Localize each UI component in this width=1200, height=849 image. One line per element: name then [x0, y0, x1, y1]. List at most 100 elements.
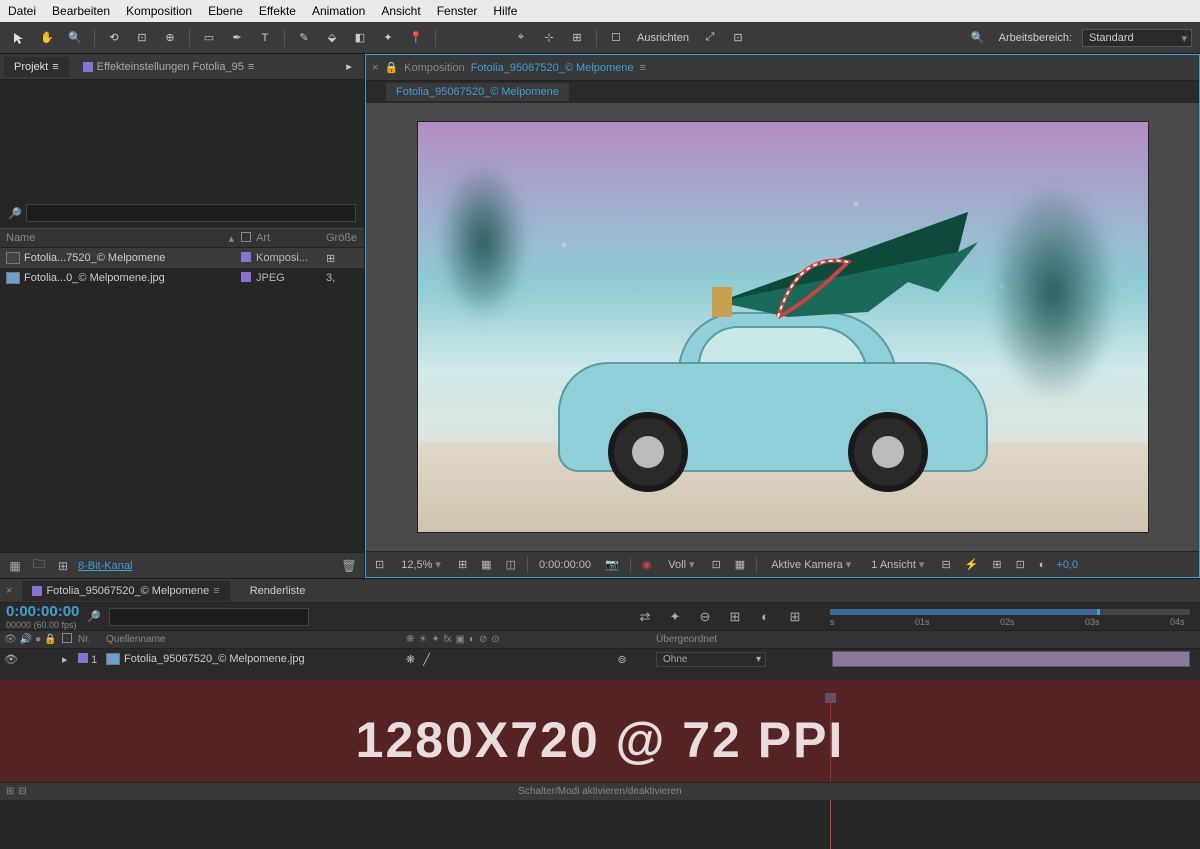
menu-bearbeiten[interactable]: Bearbeiten	[52, 4, 110, 18]
pan-behind-tool-icon[interactable]: ⊕	[159, 27, 181, 49]
menu-animation[interactable]: Animation	[312, 4, 365, 18]
channel-icon[interactable]: ◉	[639, 558, 655, 571]
panel-close-icon[interactable]: ▸	[338, 56, 360, 78]
viewport[interactable]	[366, 103, 1199, 551]
menu-hilfe[interactable]: Hilfe	[493, 4, 517, 18]
parent-dropdown[interactable]: Ohne	[656, 652, 766, 667]
project-item-jpg[interactable]: Fotolia...0_© Melpomene.jpg JPEG 3,	[0, 268, 364, 288]
snapshot-icon[interactable]: 📷	[602, 558, 622, 571]
project-item-comp[interactable]: Fotolia...7520_© Melpomene Komposi... ⊞	[0, 248, 364, 268]
current-timecode[interactable]: 0:00:00:00	[6, 603, 79, 620]
eraser-tool-icon[interactable]: ◧	[349, 27, 371, 49]
video-col-icon[interactable]: 👁	[4, 634, 17, 645]
quality-dropdown[interactable]: Voll	[662, 558, 700, 571]
search-help-icon[interactable]: 🔍	[967, 27, 989, 49]
timeline-search-input[interactable]	[109, 608, 309, 626]
axis-local-icon[interactable]: ⌖	[510, 27, 532, 49]
always-preview-icon[interactable]: ⊡	[372, 558, 387, 571]
puppet-tool-icon[interactable]: 📍	[405, 27, 427, 49]
bit-depth-link[interactable]: 8-Bit-Kanal	[78, 560, 132, 572]
timeline-track-area[interactable]	[820, 649, 1200, 669]
trash-icon[interactable]: 🗑	[340, 557, 358, 575]
col-source[interactable]: Quellenname	[102, 634, 402, 645]
timeline-tab-comp[interactable]: Fotolia_95067520_© Melpomene ≡	[22, 581, 229, 601]
hide-shy-icon[interactable]: ⊖	[694, 607, 716, 627]
flowchart-icon[interactable]: ⊞	[326, 253, 335, 265]
menu-ansicht[interactable]: Ansicht	[381, 4, 420, 18]
lock-icon[interactable]: 🔒	[384, 61, 398, 74]
brush-tool-icon[interactable]: ✎	[293, 27, 315, 49]
roi-icon[interactable]: ⊡	[709, 558, 724, 571]
menu-ebene[interactable]: Ebene	[208, 4, 243, 18]
clone-tool-icon[interactable]: ⬙	[321, 27, 343, 49]
toggle-modes-icon[interactable]: ⊟	[18, 786, 26, 797]
tab-close-icon[interactable]: ×	[372, 62, 378, 74]
exposure-value[interactable]: +0,0	[1056, 559, 1078, 571]
text-tool-icon[interactable]: T	[254, 27, 276, 49]
camera-dropdown[interactable]: Aktive Kamera	[765, 558, 857, 571]
roto-tool-icon[interactable]: ✦	[377, 27, 399, 49]
zoom-tool-icon[interactable]: 🔍	[64, 27, 86, 49]
col-nr[interactable]: Nr.	[74, 634, 102, 645]
tab-effects[interactable]: Effekteinstellungen Fotolia_95 ≡	[73, 57, 265, 77]
views-dropdown[interactable]: 1 Ansicht	[865, 558, 930, 571]
timecode-display[interactable]: 0:00:00:00	[536, 559, 594, 571]
snap-icon[interactable]: ⤢	[699, 27, 721, 49]
twirl-icon[interactable]: ▸	[62, 654, 68, 666]
rectangle-tool-icon[interactable]: ▭	[198, 27, 220, 49]
rotate-tool-icon[interactable]: ⟲	[103, 27, 125, 49]
panel-menu-icon[interactable]: ≡	[640, 62, 646, 74]
comp-subtab[interactable]: Fotolia_95067520_© Melpomene	[386, 83, 569, 101]
tab-project[interactable]: Projekt ≡	[4, 57, 69, 77]
reset-exposure-icon[interactable]: ◐	[1036, 559, 1049, 571]
grid-icon[interactable]: ▦	[478, 558, 494, 571]
zoom-dropdown[interactable]: 12,5%	[395, 558, 447, 571]
label-color-icon[interactable]	[78, 653, 88, 663]
pixel-aspect-icon[interactable]: ⊟	[938, 558, 953, 571]
snap-checkbox-icon[interactable]: ☐	[605, 27, 627, 49]
comp-mini-flowchart-icon[interactable]: ⇄	[634, 607, 656, 627]
col-name[interactable]: Name▴	[0, 232, 240, 245]
col-label[interactable]	[240, 232, 252, 245]
timeline-icon[interactable]: ⊞	[989, 558, 1004, 571]
camera-tool-icon[interactable]: ⊡	[131, 27, 153, 49]
panel-menu-icon[interactable]: ≡	[52, 61, 58, 73]
new-comp-icon[interactable]: ⊞	[54, 557, 72, 575]
pen-tool-icon[interactable]: ✒	[226, 27, 248, 49]
workspace-dropdown[interactable]: Standard	[1082, 29, 1192, 47]
transparency-icon[interactable]: ▦	[732, 558, 748, 571]
motion-blur-icon[interactable]: ◐	[754, 607, 776, 627]
col-type[interactable]: Art	[252, 232, 322, 244]
panel-menu-icon[interactable]: ≡	[248, 61, 254, 73]
pickwhip-icon[interactable]: ⊚	[617, 654, 626, 666]
tab-close-icon[interactable]: ×	[6, 585, 12, 597]
mask-icon[interactable]: ◫	[503, 558, 519, 571]
new-folder-icon[interactable]: 🗀	[30, 557, 48, 575]
label-col-icon[interactable]	[62, 633, 72, 643]
frame-blend-icon[interactable]: ⊞	[724, 607, 746, 627]
col-size[interactable]: Größe	[322, 232, 364, 244]
menu-komposition[interactable]: Komposition	[126, 4, 192, 18]
hand-tool-icon[interactable]: ✋	[36, 27, 58, 49]
draft3d-icon[interactable]: ✦	[664, 607, 686, 627]
flowchart-view-icon[interactable]: ⊡	[1013, 558, 1028, 571]
label-color-icon[interactable]	[241, 252, 251, 262]
menu-effekte[interactable]: Effekte	[259, 4, 296, 18]
comp-name-link[interactable]: Fotolia_95067520_© Melpomene	[471, 62, 634, 74]
toggle-switches-icon[interactable]: ⊞	[6, 786, 14, 797]
shy-icon[interactable]: ❋	[406, 653, 415, 666]
axis-world-icon[interactable]: ⊹	[538, 27, 560, 49]
snap-extend-icon[interactable]: ⊡	[727, 27, 749, 49]
timeline-tab-render[interactable]: Renderliste	[240, 581, 316, 601]
graph-editor-icon[interactable]: ⊞	[784, 607, 806, 627]
menu-fenster[interactable]: Fenster	[437, 4, 478, 18]
project-search-input[interactable]	[26, 204, 356, 222]
label-color-icon[interactable]	[241, 272, 251, 282]
menu-datei[interactable]: Datei	[8, 4, 36, 18]
lock-col-icon[interactable]: 🔒	[44, 634, 56, 645]
time-ruler[interactable]: s 01s 02s 03s 04s	[820, 603, 1200, 631]
col-parent[interactable]: Übergeordnet	[652, 634, 792, 645]
interpret-footage-icon[interactable]: ▦	[6, 557, 24, 575]
eye-icon[interactable]: 👁	[4, 653, 18, 666]
solo-col-icon[interactable]: ●	[35, 634, 41, 645]
